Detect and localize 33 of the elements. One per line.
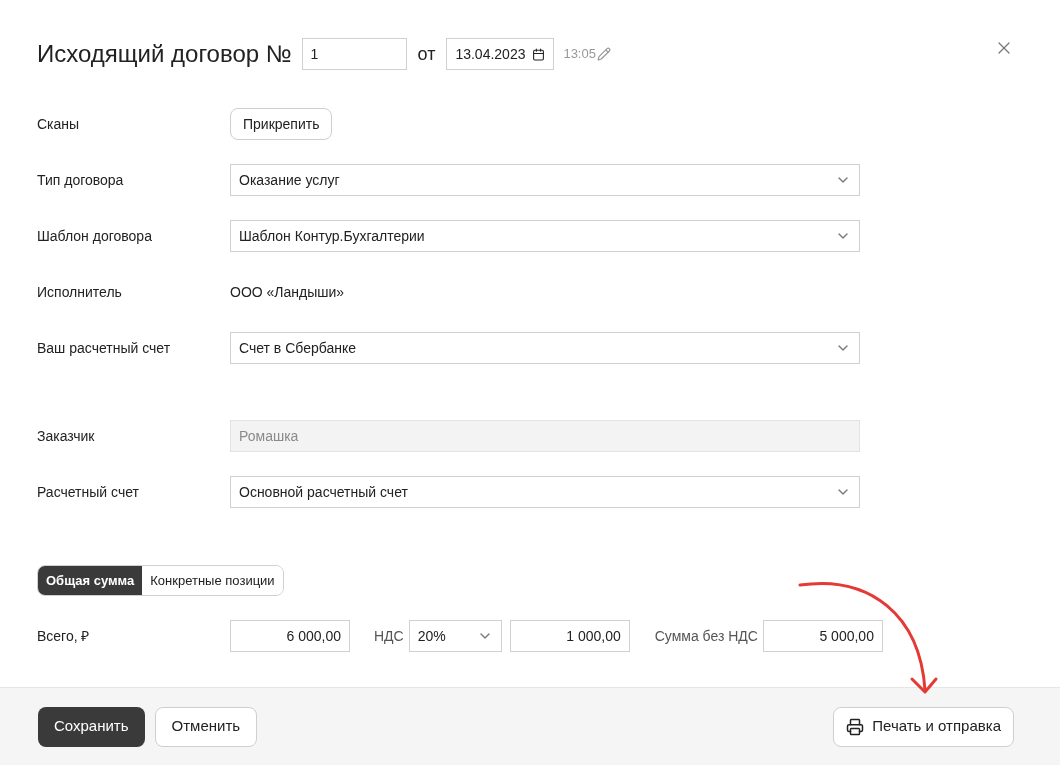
- select-field[interactable]: Шаблон Контур.Бухгалтерии: [230, 220, 860, 252]
- field-label: Заказчик: [37, 427, 96, 446]
- print-button[interactable]: Печать и отправка: [833, 706, 1014, 747]
- field-label: Расчетный счет: [37, 483, 140, 502]
- dialog-title: Исходящий договор №: [37, 39, 292, 69]
- select-field[interactable]: Основной расчетный счет: [230, 476, 860, 508]
- select-field[interactable]: Счет в Сбербанке: [230, 332, 860, 364]
- attach-button[interactable]: Прикрепить: [230, 108, 333, 140]
- vat-label: НДС: [374, 627, 404, 646]
- date-prefix: от: [417, 42, 436, 66]
- field-label: Шаблон договора: [37, 227, 153, 246]
- readonly-field: Ромашка: [230, 420, 860, 452]
- cancel-button[interactable]: Отменить: [154, 706, 258, 747]
- vat-rate-select[interactable]: 20%: [408, 620, 502, 652]
- field-value: ООО «Ландыши»: [230, 283, 345, 302]
- calendar-icon: [532, 47, 546, 61]
- field-label: Сканы: [37, 115, 81, 134]
- number-field[interactable]: 1: [301, 38, 407, 70]
- edit-icon[interactable]: [596, 47, 611, 61]
- printer-icon: [846, 717, 865, 736]
- net-label: Сумма без НДС: [654, 627, 758, 646]
- time-text: 13:05: [563, 45, 596, 64]
- total-label: Всего, ₽: [37, 627, 91, 646]
- vat-amount-field[interactable]: 1 000,00: [509, 620, 630, 652]
- total-field[interactable]: 6 000,00: [230, 620, 350, 652]
- select-field[interactable]: Оказание услуг: [230, 164, 860, 196]
- date-field[interactable]: 13.04.2023: [446, 38, 555, 70]
- net-field[interactable]: 5 000,00: [762, 620, 883, 652]
- field-label: Ваш расчетный счет: [37, 339, 172, 358]
- sum-tab[interactable]: Общая сумма: [38, 566, 143, 595]
- field-label: Тип договора: [37, 171, 125, 190]
- field-label: Исполнитель: [37, 283, 123, 302]
- save-button[interactable]: Сохранить: [38, 706, 145, 747]
